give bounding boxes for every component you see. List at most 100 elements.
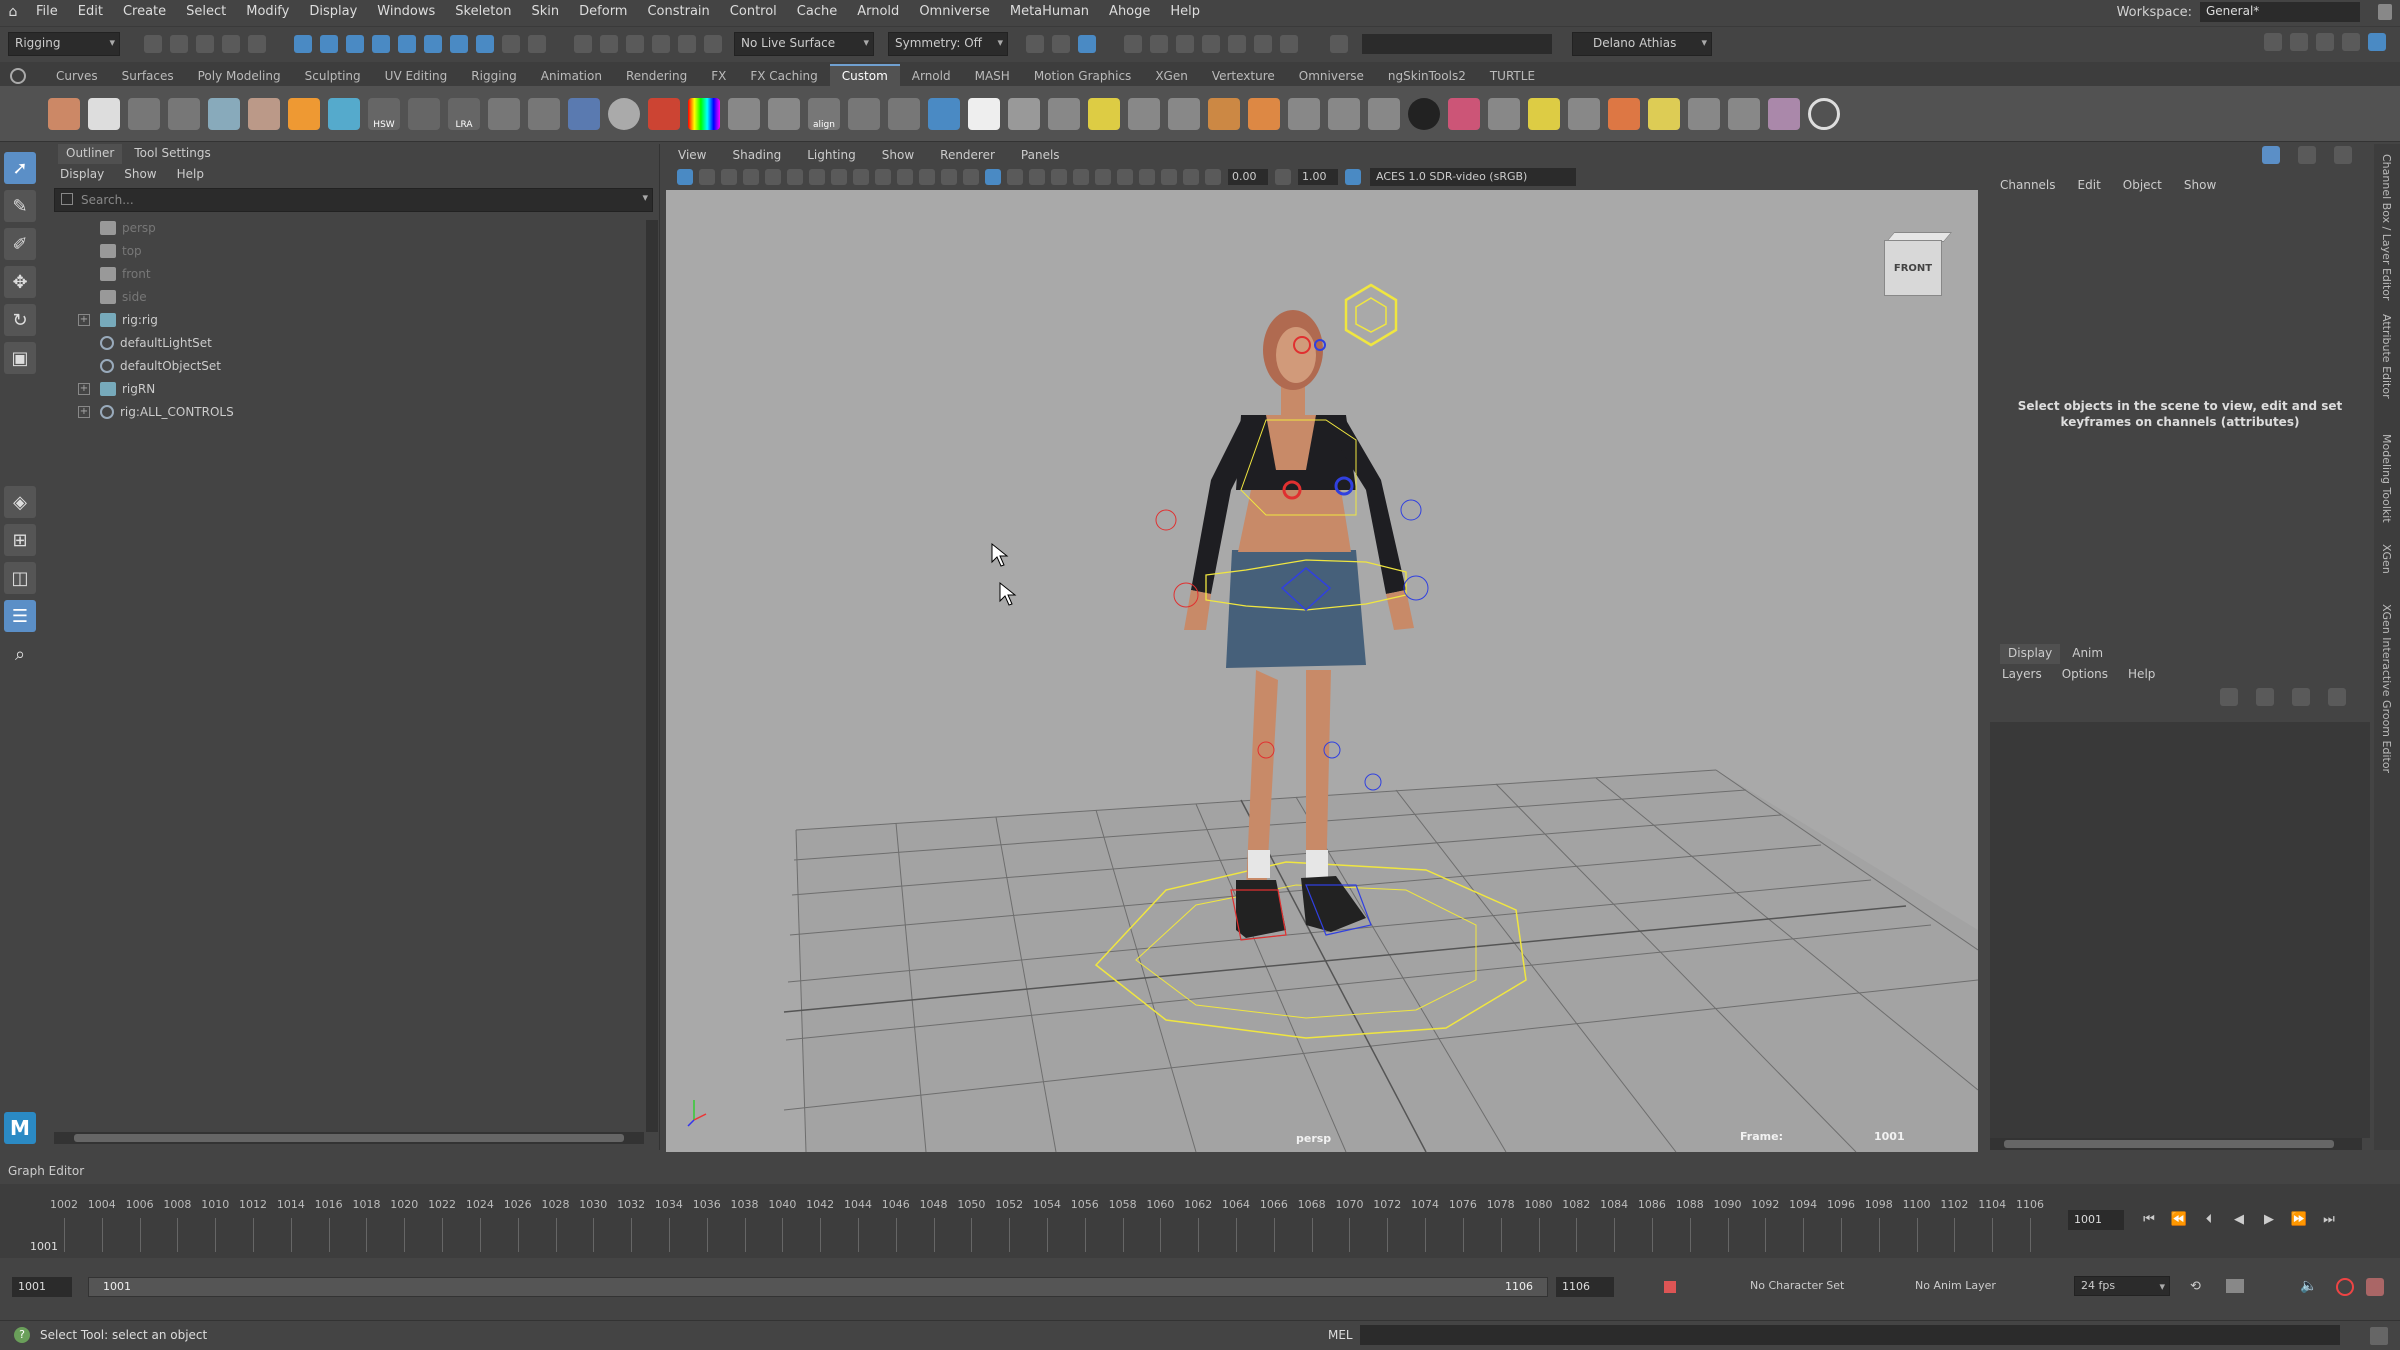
- step-forward-key-icon[interactable]: ⏩: [2288, 1210, 2310, 1230]
- time-slider[interactable]: 1002 1004 1006 1008 1010 1012 1014 1016 1018 1020…: [0, 1184, 2400, 1258]
- snap-node-icon[interactable]: [768, 97, 800, 130]
- outliner-item[interactable]: + rigRN: [48, 377, 659, 400]
- skin-icon[interactable]: [88, 97, 120, 130]
- undo-icon[interactable]: [222, 34, 240, 53]
- auto-key-toggle-icon[interactable]: [2336, 1278, 2354, 1296]
- smooth-shade-icon[interactable]: [985, 169, 1001, 185]
- shadows-icon[interactable]: [1073, 169, 1089, 185]
- menu-file[interactable]: File: [26, 0, 68, 24]
- highlight-selection-icon[interactable]: [528, 34, 546, 53]
- character-set-dropdown[interactable]: No Character Set: [1750, 1279, 1880, 1292]
- step-back-key-icon[interactable]: ⏪: [2168, 1210, 2190, 1230]
- cross-control-icon[interactable]: [488, 97, 520, 130]
- outliner-hscroll[interactable]: [54, 1132, 644, 1144]
- sphere-control-icon[interactable]: [608, 97, 640, 130]
- ipr-render-icon[interactable]: [1078, 34, 1096, 53]
- viewport-menu-show[interactable]: Show: [882, 148, 914, 162]
- select-camera-icon[interactable]: [677, 169, 693, 185]
- ambient-occlusion-icon[interactable]: [1139, 169, 1155, 185]
- script-icon[interactable]: [1648, 97, 1680, 130]
- outliner-search-input[interactable]: Search... ▾: [54, 188, 653, 212]
- channel-menu-channels[interactable]: Channels: [2000, 178, 2056, 192]
- view-cube[interactable]: FRONT: [1876, 230, 1953, 296]
- colorspace-dropdown[interactable]: ACES 1.0 SDR-video (sRGB): [1370, 168, 1576, 186]
- move-layer-down-icon[interactable]: [2256, 688, 2274, 706]
- render-view-icon[interactable]: [1124, 34, 1142, 53]
- mel-toggle[interactable]: MEL: [1328, 1328, 1353, 1342]
- current-frame-field[interactable]: 1001: [2068, 1210, 2124, 1230]
- orient-joint-icon[interactable]: [208, 97, 240, 130]
- outliner-item[interactable]: front: [48, 262, 659, 285]
- shelf-tab-sculpting[interactable]: Sculpting: [293, 66, 373, 86]
- layer-menu-help[interactable]: Help: [2128, 667, 2155, 681]
- redo-icon[interactable]: [248, 34, 266, 53]
- menu-cache[interactable]: Cache: [787, 0, 847, 24]
- menu-windows[interactable]: Windows: [367, 0, 445, 24]
- menu-omniverse[interactable]: Omniverse: [909, 0, 1000, 24]
- outliner-layout-icon[interactable]: ☰: [4, 600, 36, 632]
- snap-vertex-icon[interactable]: [704, 34, 722, 53]
- reference-icon[interactable]: [1528, 97, 1560, 130]
- menu-metahuman[interactable]: MetaHuman: [1000, 0, 1099, 24]
- menu-skeleton[interactable]: Skeleton: [445, 0, 521, 24]
- script-editor-icon[interactable]: [2370, 1327, 2388, 1345]
- graph-editor-label[interactable]: Graph Editor: [8, 1164, 84, 1178]
- channel-box-icon[interactable]: [2342, 33, 2360, 51]
- node-editor-icon[interactable]: [1488, 97, 1520, 130]
- side-tab-xgen-interactive-groom-editor[interactable]: XGen Interactive Groom Editor: [2380, 604, 2393, 773]
- symmetry-dropdown[interactable]: Symmetry: Off: [888, 31, 1008, 56]
- snap-curve-icon[interactable]: [600, 34, 618, 53]
- side-tab-modeling-toolkit[interactable]: Modeling Toolkit: [2380, 434, 2393, 523]
- snap-point-icon[interactable]: [626, 34, 644, 53]
- paint-weights-icon[interactable]: [328, 97, 360, 130]
- attribute-editor-icon[interactable]: [2290, 33, 2308, 51]
- grease-pencil-icon[interactable]: [787, 169, 803, 185]
- cube-outline-icon[interactable]: [1008, 97, 1040, 130]
- menu-skin[interactable]: Skin: [522, 0, 570, 24]
- channel-menu-show[interactable]: Show: [2184, 178, 2216, 192]
- hsw-icon[interactable]: HSW: [368, 97, 400, 130]
- rotate-tool-icon[interactable]: ↻: [4, 304, 36, 336]
- live-surface-field[interactable]: No Live Surface: [734, 31, 874, 56]
- attribute-icon[interactable]: [1168, 97, 1200, 130]
- maya-logo-icon[interactable]: M: [4, 1112, 36, 1144]
- wireframe-on-shaded-icon[interactable]: [1029, 169, 1045, 185]
- shelf-tab-arnold[interactable]: Arnold: [900, 66, 963, 86]
- open-scene-icon[interactable]: [170, 34, 188, 53]
- layer-tab-anim[interactable]: Anim: [2064, 644, 2111, 664]
- two-view-icon[interactable]: ◫: [4, 562, 36, 594]
- new-layer-selected-icon[interactable]: [2328, 688, 2346, 706]
- auto-key-icon[interactable]: [1664, 1281, 1676, 1293]
- select-joint-icon[interactable]: [398, 34, 416, 53]
- safe-action-icon[interactable]: [919, 169, 935, 185]
- bomb-icon[interactable]: [1408, 97, 1440, 130]
- line-tool-icon[interactable]: [568, 97, 600, 130]
- timeline-ruler[interactable]: 1002 1004 1006 1008 1010 1012 1014 1016 1018 1020…: [50, 1192, 2054, 1252]
- channel-menu-object[interactable]: Object: [2123, 178, 2162, 192]
- channel-menu-edit[interactable]: Edit: [2078, 178, 2101, 192]
- outliner-menu-display[interactable]: Display: [60, 167, 104, 181]
- joint-tool-icon[interactable]: [128, 97, 160, 130]
- menu-edit[interactable]: Edit: [68, 0, 113, 24]
- go-to-end-icon[interactable]: ⏭: [2318, 1210, 2340, 1230]
- isolate-select-icon[interactable]: [1183, 169, 1199, 185]
- select-surface-icon[interactable]: [450, 34, 468, 53]
- expand-icon[interactable]: +: [78, 313, 90, 326]
- render-frame-icon[interactable]: [1150, 34, 1168, 53]
- pause-icon[interactable]: [1280, 34, 1298, 53]
- gamma-field[interactable]: 1.00: [1298, 169, 1338, 185]
- menu-constrain[interactable]: Constrain: [637, 0, 719, 24]
- shelf-tab-surfaces[interactable]: Surfaces: [110, 66, 186, 86]
- select-hierarchy-icon[interactable]: [294, 34, 312, 53]
- color-override-icon[interactable]: [648, 97, 680, 130]
- shelf-tab-custom[interactable]: Custom: [829, 64, 900, 86]
- motion-blur-icon[interactable]: [1161, 169, 1177, 185]
- lra-icon[interactable]: LRA: [448, 97, 480, 130]
- range-slider[interactable]: 1001 1106: [88, 1277, 1548, 1297]
- cube-wire-icon[interactable]: [888, 97, 920, 130]
- curve-brush-icon[interactable]: [1328, 97, 1360, 130]
- settings-icon[interactable]: [1688, 97, 1720, 130]
- shelf-tab-vertexture[interactable]: Vertexture: [1200, 66, 1287, 86]
- layer-menu-layers[interactable]: Layers: [2002, 667, 2042, 681]
- fps-dropdown[interactable]: 24 fps: [2074, 1276, 2170, 1296]
